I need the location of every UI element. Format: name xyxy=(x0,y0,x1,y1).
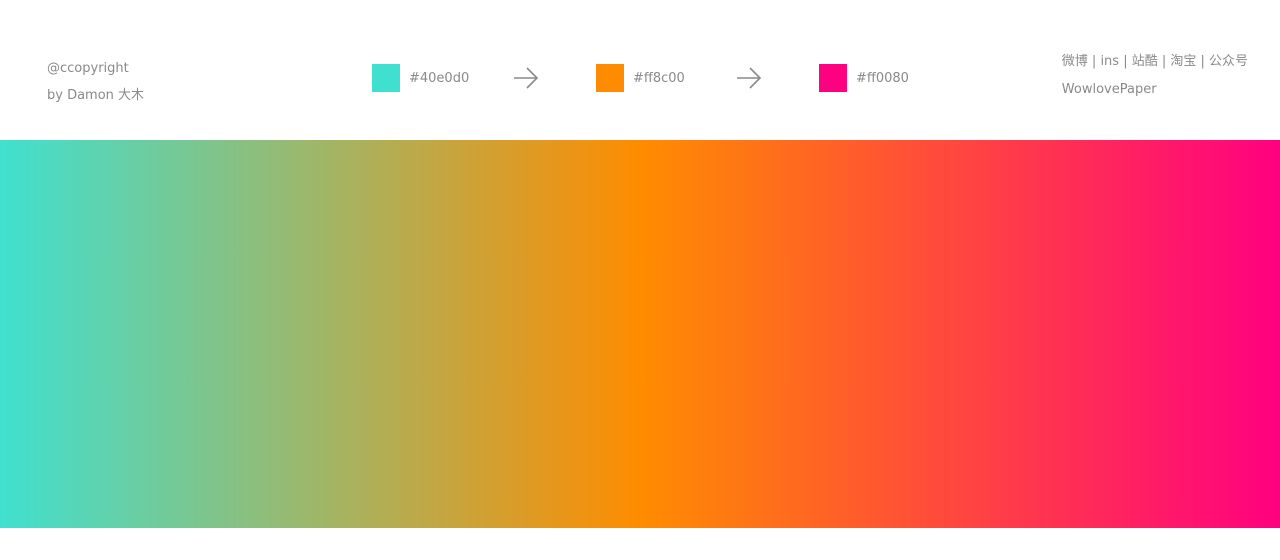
arrow-right-icon xyxy=(514,67,539,89)
author-text: by Damon 大木 xyxy=(47,88,145,103)
arrow-right-icon xyxy=(737,67,762,89)
color-stop-3: #ff0080 xyxy=(819,63,909,93)
gradient-band xyxy=(0,140,1280,528)
color-stop-2: #ff8c00 xyxy=(596,63,685,93)
color-swatch-3 xyxy=(819,64,847,92)
color-hex-3: #ff0080 xyxy=(856,70,909,86)
credits: @ccopyright by Damon 大木 xyxy=(47,55,144,109)
color-hex-1: #40e0d0 xyxy=(409,70,470,86)
brand-name: WowlovePaper xyxy=(1061,82,1157,97)
social-links: 微博 | ins | 站酷 | 淘宝 | 公众号 WowlovePaper xyxy=(1062,48,1248,104)
color-hex-2: #ff8c00 xyxy=(633,70,685,86)
color-swatch-1 xyxy=(372,64,400,92)
copyright-text: @ccopyright xyxy=(47,61,129,76)
color-stop-1: #40e0d0 xyxy=(372,63,469,93)
color-swatch-2 xyxy=(596,64,624,92)
social-platforms: 微博 | ins | 站酷 | 淘宝 | 公众号 xyxy=(1061,54,1248,69)
